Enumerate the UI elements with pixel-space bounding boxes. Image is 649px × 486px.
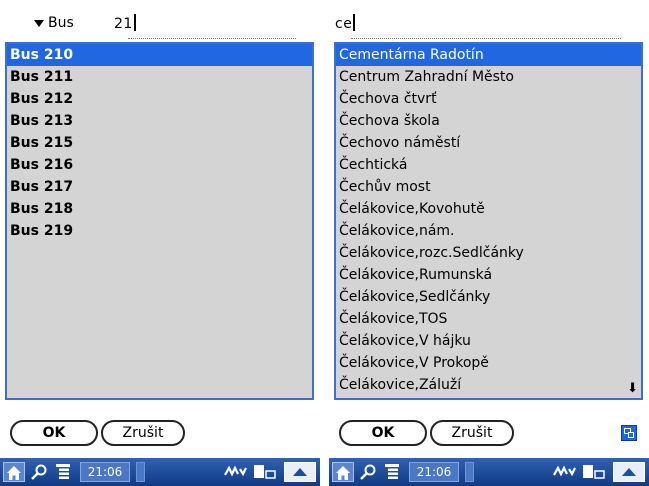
left-screen: Bus 21 Bus 210 Bus 211 Bus 212 Bus 213 Bus 2… — [0, 0, 320, 486]
list-item[interactable]: Čelákovice,Kovohutě — [336, 198, 641, 220]
list-item[interactable]: Bus 210 — [7, 44, 312, 66]
triangle-down-icon[interactable] — [34, 20, 44, 27]
list-item[interactable]: Čechova škola — [336, 110, 641, 132]
search-input-value: ce — [335, 16, 353, 32]
text-caret — [133, 14, 136, 31]
list-item[interactable]: Čelákovice,rozc.Sedlčánky — [336, 242, 641, 264]
window-switch-icon[interactable] — [621, 425, 637, 441]
menu-icon[interactable] — [54, 462, 76, 482]
list-item[interactable]: Čechův most — [336, 176, 641, 198]
signal-icon — [465, 462, 474, 482]
list-item[interactable]: Bus 219 — [7, 220, 312, 242]
list-item[interactable]: Čechovo náměstí — [336, 132, 641, 154]
cancel-button[interactable]: Zrušit — [101, 420, 185, 446]
search-row: Bus 21 — [4, 10, 316, 40]
line-list[interactable]: Bus 210 Bus 211 Bus 212 Bus 213 Bus 215 Bus 2… — [5, 42, 314, 400]
list-item[interactable]: Bus 212 — [7, 88, 312, 110]
input-area-icon[interactable] — [284, 462, 316, 482]
list-item[interactable]: Čechova čtvrť — [336, 88, 641, 110]
search-input[interactable]: 21 — [114, 14, 136, 32]
menu-icon[interactable] — [383, 462, 405, 482]
list-item[interactable]: Čelákovice,Sedlčánky — [336, 286, 641, 308]
find-icon[interactable] — [357, 462, 379, 482]
list-item[interactable]: Bus 215 — [7, 132, 312, 154]
search-row: ce — [333, 10, 645, 40]
clock[interactable]: 21:06 — [409, 462, 459, 482]
home-icon[interactable] — [332, 462, 354, 482]
text-caret — [353, 14, 356, 31]
list-item[interactable]: Bus 211 — [7, 66, 312, 88]
list-item[interactable]: Bus 218 — [7, 198, 312, 220]
search-input-value: 21 — [114, 16, 133, 32]
clock[interactable]: 21:06 — [80, 462, 130, 482]
graffiti-icon[interactable] — [551, 462, 577, 482]
taskbar: 21:06 — [0, 458, 320, 486]
arrow-down-icon[interactable]: ⬇ — [627, 382, 638, 396]
ok-button[interactable]: OK — [339, 420, 427, 446]
list-item[interactable]: Čelákovice,V hájku — [336, 330, 641, 352]
list-item[interactable]: Čelákovice,Záluží — [336, 374, 641, 396]
list-item[interactable]: Čechtická — [336, 154, 641, 176]
list-item[interactable]: Čelákovice,TOS — [336, 308, 641, 330]
search-input-underline — [351, 38, 621, 39]
list-item[interactable]: Čelákovice,V Prokopě — [336, 352, 641, 374]
list-item[interactable]: Čelákovice,Rumunská — [336, 264, 641, 286]
list-item[interactable]: Bus 217 — [7, 176, 312, 198]
ok-button[interactable]: OK — [10, 420, 98, 446]
signal-icon — [136, 462, 145, 482]
search-input-underline — [128, 38, 296, 39]
list-item[interactable]: Bus 213 — [7, 110, 312, 132]
line-type-dropdown[interactable]: Bus — [48, 15, 74, 31]
list-item[interactable]: Cementárna Radotín — [336, 44, 641, 66]
input-area-icon[interactable] — [613, 462, 645, 482]
graffiti-icon[interactable] — [222, 462, 248, 482]
home-icon[interactable] — [3, 462, 25, 482]
search-input[interactable]: ce — [335, 14, 356, 32]
find-icon[interactable] — [28, 462, 50, 482]
stop-list[interactable]: Cementárna Radotín Centrum Zahradní Město… — [334, 42, 643, 400]
display-icon[interactable] — [581, 462, 607, 482]
list-item[interactable]: Čelákovice,nám. — [336, 220, 641, 242]
cancel-button[interactable]: Zrušit — [430, 420, 514, 446]
list-item[interactable]: Centrum Zahradní Město — [336, 66, 641, 88]
right-screen: ce Cementárna Radotín Centrum Zahradní Mě… — [329, 0, 649, 486]
taskbar: 21:06 — [329, 458, 649, 486]
list-item[interactable]: Bus 216 — [7, 154, 312, 176]
display-icon[interactable] — [252, 462, 278, 482]
